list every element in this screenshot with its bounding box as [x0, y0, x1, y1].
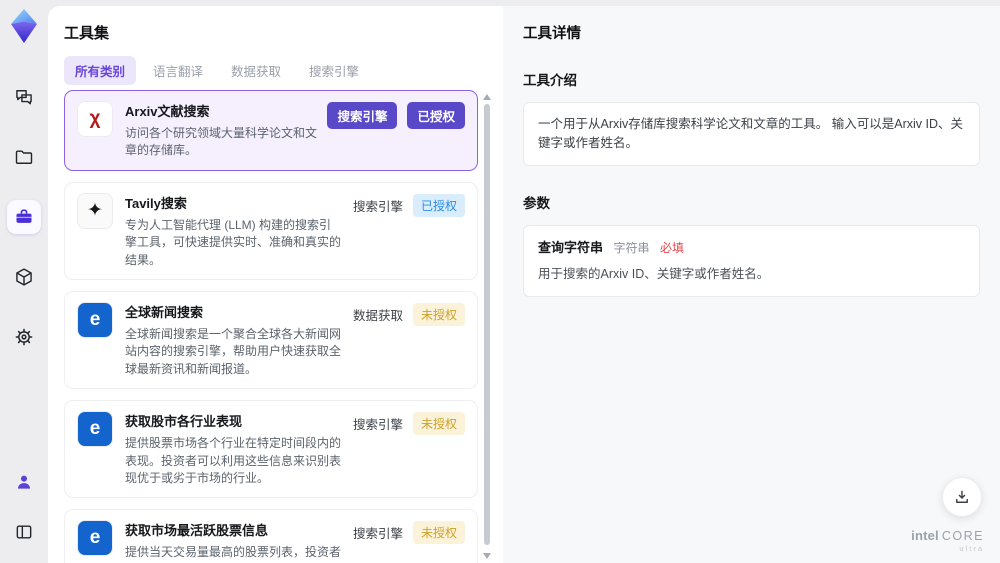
tool-title: Arxiv文献搜索 [125, 104, 210, 119]
tool-intro-text: 一个用于从Arxiv存储库搜索科学论文和文章的工具。 输入可以是Arxiv ID… [523, 102, 980, 166]
sidebar-nav [0, 80, 48, 354]
scrollbar-up-arrow[interactable] [483, 94, 491, 100]
parameter-header: 查询字符串 字符串 必填 [538, 238, 965, 258]
parameter-required-badge: 必填 [660, 240, 685, 255]
global-news-logo-icon: e [77, 301, 113, 338]
auth-status-badge: 未授权 [412, 521, 465, 545]
tool-card[interactable]: ✦ Tavily搜索 专为人工智能代理 (LLM) 构建的搜索引擎工具，可快速提… [64, 181, 478, 280]
intel-core-logo: intel CORE ultra [911, 528, 984, 553]
page-title: 工具集 [64, 25, 110, 42]
tool-card[interactable]: e 获取股市各行业表现 提供股票市场各个行业在特定时间段内的表现。投资者可以利用… [64, 400, 478, 499]
panel-layout-icon[interactable] [7, 515, 41, 549]
auth-status-badge: 未授权 [412, 302, 465, 326]
parameter-type: 字符串 [613, 240, 650, 255]
category-badge: 搜索引擎 [352, 527, 403, 542]
tool-card-tags: 数据获取 未授权 [353, 302, 465, 326]
tool-card-tags: 搜索引擎 未授权 [352, 520, 465, 545]
scrollbar-thumb[interactable] [484, 104, 490, 545]
user-icon[interactable] [7, 465, 41, 499]
download-button[interactable] [942, 477, 982, 517]
tool-title: 全球新闻搜索 [125, 304, 204, 320]
category-badge: 搜索引擎 [352, 418, 403, 433]
tab-all-categories[interactable]: 所有类别 [64, 56, 137, 85]
tool-description: 全球新闻搜索是一个聚合全球各大新闻网站内容的搜索引擎，帮助用户快速获取全球最新资… [125, 326, 342, 376]
download-icon [956, 490, 968, 503]
category-badge: 搜索引擎 [352, 199, 403, 214]
tool-card-body: Tavily搜索 专为人工智能代理 (LLM) 构建的搜索引擎工具，可快速提供实… [125, 193, 353, 269]
tool-card[interactable]: e 获取市场最活跃股票信息 提供当天交易量最高的股票列表，投资者可以利用这些信息… [64, 509, 478, 563]
app-logo-icon [9, 8, 39, 44]
tavily-logo-icon: ✦ [77, 192, 113, 229]
auth-status-badge: 已授权 [412, 193, 465, 217]
package-icon[interactable] [7, 260, 41, 294]
tool-title: 获取股市各行业表现 [125, 414, 243, 430]
tool-description: 访问各个研究领域大量科学论文和文章的存储库。 [125, 126, 318, 158]
tool-title: Tavily搜索 [125, 195, 187, 211]
detail-title: 工具详情 [523, 26, 581, 42]
tab-data-fetching[interactable]: 数据获取 [220, 56, 292, 85]
tool-description: 提供当天交易量最高的股票列表，投资者可以利用这些信息来识别流动性强的股票和潜在的… [125, 545, 342, 563]
tool-description: 专为人工智能代理 (LLM) 构建的搜索引擎工具，可快速提供实时、准确和真实的结… [125, 217, 342, 267]
parameter-card: 查询字符串 字符串 必填 用于搜索的Arxiv ID、关键字或作者姓名。 [523, 224, 980, 297]
parameter-name: 查询字符串 [538, 239, 604, 255]
tool-card-tags: 搜索引擎 未授权 [352, 411, 465, 436]
tab-language-translation[interactable]: 语言翻译 [142, 56, 214, 85]
core-wordmark: CORE [941, 529, 984, 543]
tool-card-body: 全球新闻搜索 全球新闻搜索是一个聚合全球各大新闻网站内容的搜索引擎，帮助用户快速… [125, 302, 353, 378]
auth-status-badge: 未授权 [412, 412, 465, 436]
folder-icon[interactable] [7, 140, 41, 174]
arxiv-logo-icon: χ [77, 101, 113, 137]
app-window: 工具集 所有类别 语言翻译 数据获取 搜索引擎 χ Arxiv文献搜索 访问各个研究领… [0, 0, 1000, 563]
tool-list: χ Arxiv文献搜索 访问各个研究领域大量科学论文和文章的存储库。 搜索引擎 … [64, 90, 478, 563]
tool-detail-panel: 工具详情 工具介绍 一个用于从Arxiv存储库搜索科学论文和文章的工具。 输入可… [503, 6, 1000, 563]
category-badge: 搜索引擎 [327, 102, 398, 129]
tool-card-body: Arxiv文献搜索 访问各个研究领域大量科学论文和文章的存储库。 [125, 101, 327, 160]
tool-description: 提供股票市场各个行业在特定时间段内的表现。投资者可以利用这些信息来识别表现优于或… [125, 436, 342, 485]
settings-gear-icon[interactable] [7, 320, 41, 354]
parameter-description: 用于搜索的Arxiv ID、关键字或作者姓名。 [538, 267, 770, 282]
tool-card-body: 获取股市各行业表现 提供股票市场各个行业在特定时间段内的表现。投资者可以利用这些… [125, 411, 353, 487]
active-stocks-logo-icon: e [77, 520, 113, 557]
intel-wordmark: intel [911, 528, 939, 543]
tool-list-scrollbar[interactable] [482, 92, 492, 561]
tools-panel: 工具集 所有类别 语言翻译 数据获取 搜索引擎 χ Arxiv文献搜索 访问各个研究领… [48, 6, 503, 563]
auth-status-badge: 已授权 [407, 102, 465, 129]
tool-card[interactable]: χ Arxiv文献搜索 访问各个研究领域大量科学论文和文章的存储库。 搜索引擎 … [64, 90, 478, 171]
scrollbar-down-arrow[interactable] [483, 553, 491, 559]
left-sidebar [0, 0, 48, 563]
main-content: 工具集 所有类别 语言翻译 数据获取 搜索引擎 χ Arxiv文献搜索 访问各个研究领… [48, 6, 1000, 563]
sidebar-bottom [0, 465, 48, 549]
toolbox-icon[interactable] [7, 200, 41, 234]
category-badge: 数据获取 [352, 308, 403, 323]
tool-card-tags: 搜索引擎 已授权 [327, 101, 465, 129]
category-tabs: 所有类别 语言翻译 数据获取 搜索引擎 [64, 56, 370, 85]
tool-card-body: 获取市场最活跃股票信息 提供当天交易量最高的股票列表，投资者可以利用这些信息来识… [125, 520, 353, 563]
tool-card-tags: 搜索引擎 已授权 [353, 193, 465, 217]
chat-icon[interactable] [7, 80, 41, 114]
ultra-wordmark: ultra [959, 543, 984, 553]
tool-title: 获取市场最活跃股票信息 [125, 523, 269, 539]
params-heading: 参数 [523, 195, 550, 211]
stock-sector-logo-icon: e [77, 411, 113, 448]
intro-heading: 工具介绍 [523, 73, 577, 88]
tab-search-engine[interactable]: 搜索引擎 [298, 56, 370, 85]
tool-card[interactable]: e 全球新闻搜索 全球新闻搜索是一个聚合全球各大新闻网站内容的搜索引擎，帮助用户… [64, 290, 478, 390]
